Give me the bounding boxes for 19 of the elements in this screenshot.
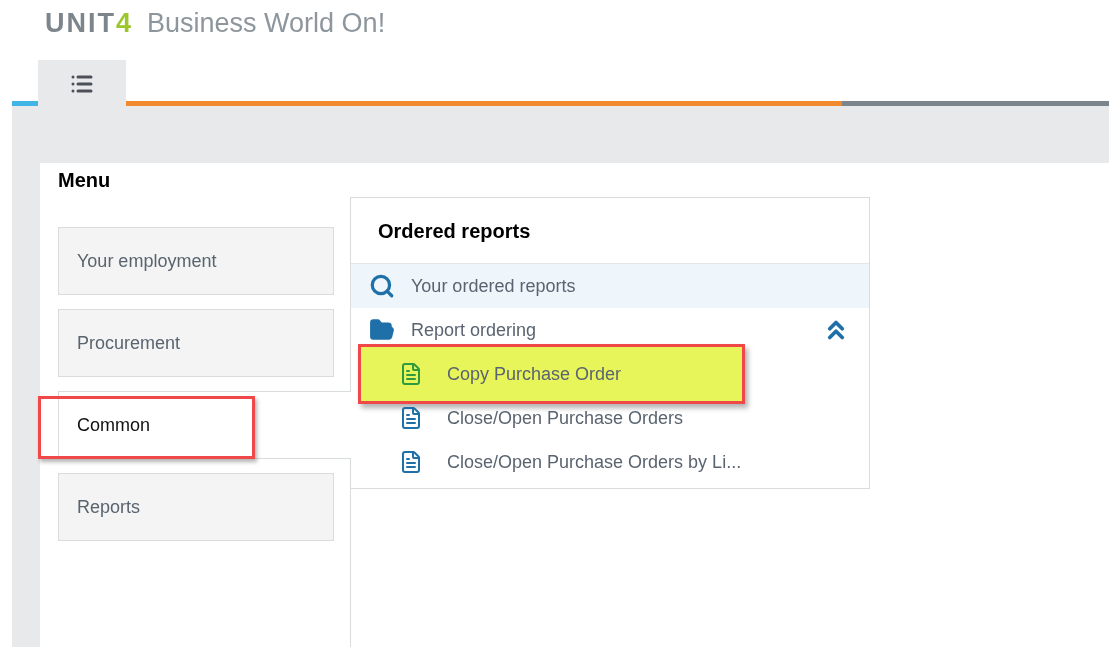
menu-item[interactable]: Common xyxy=(58,391,351,459)
report-item[interactable]: Copy Purchase Order xyxy=(351,352,622,396)
menu-item[interactable]: Procurement xyxy=(58,309,334,377)
logo: UNIT4 xyxy=(45,6,134,40)
menu-item[interactable]: Reports xyxy=(58,473,334,541)
app-title: Business World On! xyxy=(147,6,386,40)
report-item[interactable]: Close/Open Purchase Orders xyxy=(351,396,684,440)
document-icon xyxy=(399,450,423,474)
menu-title: Menu xyxy=(57,168,112,193)
accent-stripe xyxy=(12,101,38,106)
search-icon xyxy=(369,273,395,299)
menu-item[interactable]: Your employment xyxy=(58,227,334,295)
folder-icon xyxy=(369,317,395,343)
document-icon xyxy=(399,362,423,386)
document-icon xyxy=(399,406,423,430)
folder-label[interactable]: Report ordering xyxy=(411,316,821,344)
search-row[interactable]: Your ordered reports xyxy=(351,264,869,308)
report-item[interactable]: Close/Open Purchase Orders by Li... xyxy=(351,440,742,484)
menu-tab[interactable] xyxy=(38,60,126,106)
